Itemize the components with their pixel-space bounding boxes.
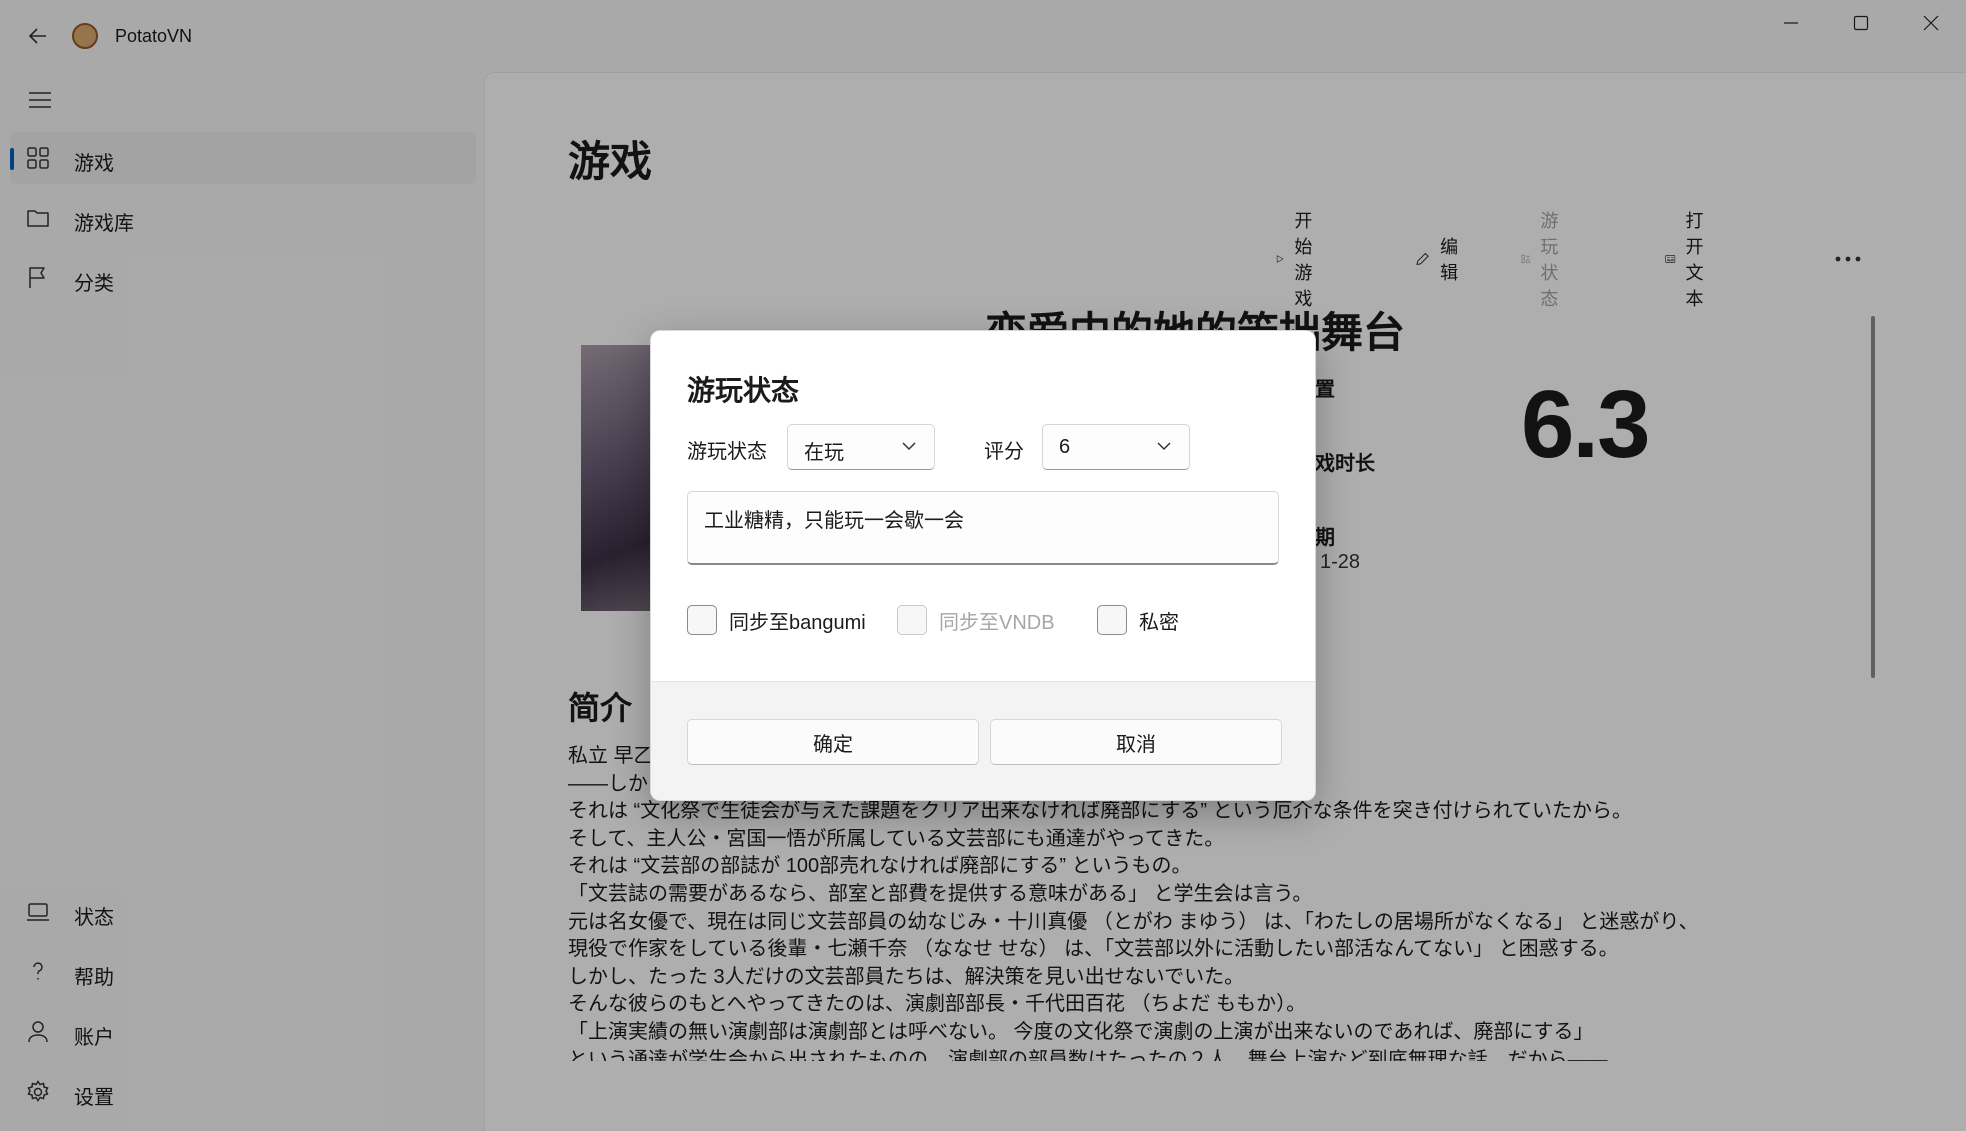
- cancel-button[interactable]: 取消: [990, 719, 1282, 765]
- checkbox-box[interactable]: [1097, 605, 1127, 635]
- confirm-button[interactable]: 确定: [687, 719, 979, 765]
- comment-textbox[interactable]: 工业糖精，只能玩一会歇一会: [687, 491, 1279, 565]
- dialog-footer: 确定 取消: [651, 681, 1315, 800]
- score-label: 评分: [984, 441, 1024, 463]
- private-checkbox[interactable]: 私密: [1097, 604, 1179, 636]
- sync-vndb-label: 同步至VNDB: [939, 611, 1055, 634]
- status-label: 游玩状态: [687, 441, 767, 463]
- private-label: 私密: [1139, 611, 1179, 634]
- sync-bangumi-checkbox[interactable]: 同步至bangumi: [687, 604, 866, 636]
- chevron-down-icon: [1157, 442, 1171, 451]
- score-dropdown-value: 6: [1059, 436, 1071, 458]
- status-dropdown[interactable]: 在玩: [787, 424, 935, 470]
- checkbox-box[interactable]: [897, 605, 927, 635]
- status-dropdown-value: 在玩: [804, 442, 844, 464]
- play-status-dialog: 游玩状态 游玩状态 在玩 评分 6 工业糖精，只能玩一会歇一会 同步至bangu…: [650, 330, 1316, 801]
- chevron-down-icon: [902, 442, 916, 451]
- sync-bangumi-label: 同步至bangumi: [729, 611, 866, 634]
- checkbox-box[interactable]: [687, 605, 717, 635]
- sync-vndb-checkbox[interactable]: 同步至VNDB: [897, 604, 1055, 636]
- dialog-title: 游玩状态: [687, 375, 800, 406]
- score-dropdown[interactable]: 6: [1042, 424, 1190, 470]
